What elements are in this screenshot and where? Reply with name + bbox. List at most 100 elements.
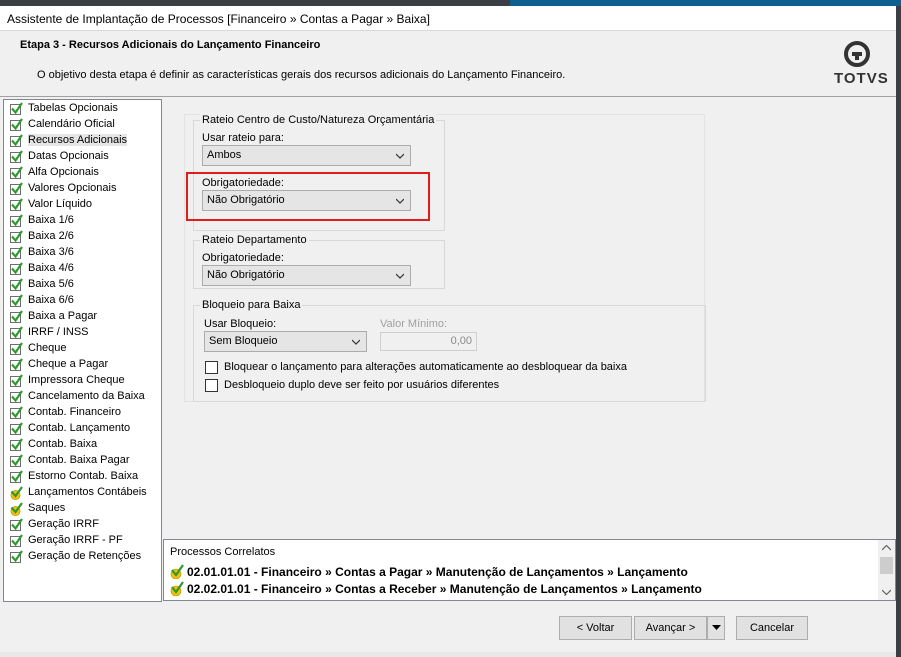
check-warning-icon: [170, 564, 184, 579]
check-icon: [10, 550, 23, 563]
sidebar-item-label: Baixa 5/6: [28, 278, 74, 290]
check-icon: [10, 310, 23, 323]
related-process-text: 02.01.01.01 - Financeiro » Contas a Paga…: [187, 565, 688, 579]
usar-bloqueio-label: Usar Bloqueio:: [204, 318, 277, 330]
sidebar-item-label: Baixa 6/6: [28, 294, 74, 306]
sidebar-item-label: Baixa 1/6: [28, 214, 74, 226]
bloquear-lancamento-checkbox[interactable]: [205, 361, 218, 374]
sidebar-item-label: Contab. Baixa Pagar: [28, 454, 130, 466]
sidebar-item-label: Calendário Oficial: [28, 118, 115, 130]
check-icon: [10, 134, 23, 147]
sidebar-item-label: Alfa Opcionais: [28, 166, 99, 178]
rateio-departamento-group: Rateio Departamento Obrigatoriedade: Não…: [193, 234, 445, 289]
scroll-thumb[interactable]: [880, 557, 893, 574]
check-icon: [10, 326, 23, 339]
sidebar-item-label: Contab. Lançamento: [28, 422, 131, 434]
options-panel: Rateio Centro de Custo/Natureza Orçament…: [184, 114, 706, 402]
sidebar-item-label: IRRF / INSS: [28, 326, 89, 338]
usar-rateio-label: Usar rateio para:: [202, 132, 284, 144]
sidebar-item-label: Valores Opcionais: [28, 182, 117, 194]
next-dropdown-button[interactable]: [707, 616, 725, 640]
scroll-up-icon[interactable]: [882, 545, 891, 551]
check-icon: [10, 390, 23, 403]
obrigatoriedade-depto-select[interactable]: Não Obrigatório: [202, 265, 411, 286]
sidebar-item-label: Contab. Baixa: [28, 438, 98, 450]
logo-text: TOTVS: [834, 70, 889, 87]
sidebar-item-label: Estorno Contab. Baixa: [28, 470, 139, 482]
totvs-logo: TOTVS: [834, 39, 889, 91]
sidebar-item-label: Baixa 3/6: [28, 246, 74, 258]
check-icon: [10, 278, 23, 291]
sidebar-item-label: Baixa 4/6: [28, 262, 74, 274]
valor-minimo-label: Valor Mínimo:: [380, 318, 448, 330]
check-icon: [10, 358, 23, 371]
check-icon: [10, 182, 23, 195]
caret-down-icon: [712, 625, 721, 630]
rateio-cc-legend: Rateio Centro de Custo/Natureza Orçament…: [200, 114, 437, 126]
desktop-edge: [896, 6, 901, 657]
bloqueio-legend: Bloqueio para Baixa: [200, 299, 303, 311]
check-icon: [10, 438, 23, 451]
totvs-logo-icon: [844, 41, 870, 67]
chevron-down-icon: [396, 273, 404, 279]
check-warning-icon: [170, 581, 184, 596]
usar-rateio-select[interactable]: Ambos: [202, 145, 411, 166]
check-icon: [10, 246, 23, 259]
cancel-button[interactable]: Cancelar: [736, 616, 808, 640]
check-icon: [10, 518, 23, 531]
wizard-header: Etapa 3 - Recursos Adicionais do Lançame…: [0, 31, 896, 97]
check-icon: [10, 470, 23, 483]
check-icon: [10, 374, 23, 387]
check-icon: [10, 230, 23, 243]
check-icon: [10, 534, 23, 547]
sidebar-item-label: Cancelamento da Baixa: [28, 390, 145, 402]
sidebar-item-label: Geração IRRF - PF: [28, 534, 123, 546]
steps-sidebar: Tabelas Opcionais Calendário Oficial Recur…: [3, 99, 162, 602]
related-scrollbar[interactable]: [878, 540, 895, 600]
check-icon: [10, 454, 23, 467]
check-icon: [10, 342, 23, 355]
check-icon: [10, 422, 23, 435]
check-icon: [10, 214, 23, 227]
check-icon: [10, 262, 23, 275]
desbloqueio-duplo-checkbox[interactable]: [205, 379, 218, 392]
check-icon: [10, 198, 23, 211]
check-icon: [10, 150, 23, 163]
sidebar-item-label: Geração de Retenções: [28, 550, 142, 562]
chevron-down-icon: [352, 339, 360, 345]
main-panel: Rateio Centro de Custo/Natureza Orçament…: [163, 99, 896, 536]
check-icon: [10, 166, 23, 179]
sidebar-item-label: Datas Opcionais: [28, 150, 109, 162]
sidebar-item-label: Saques: [28, 502, 66, 514]
related-process-text: 02.02.01.01 - Financeiro » Contas a Rece…: [187, 582, 702, 596]
sidebar-item-label: Geração IRRF: [28, 518, 99, 530]
sidebar-item-label: Lançamentos Contábeis: [28, 486, 147, 498]
sidebar-item-label: Impressora Cheque: [28, 374, 125, 386]
obrigatoriedade-depto-value: Não Obrigatório: [207, 269, 285, 281]
valor-minimo-field[interactable]: 0,00: [380, 332, 477, 351]
bloquear-lancamento-label: Bloquear o lançamento para alterações au…: [224, 361, 627, 373]
window-bottom-edge: [0, 652, 896, 657]
usar-bloqueio-select[interactable]: Sem Bloqueio: [204, 331, 367, 352]
sidebar-item-label: Tabelas Opcionais: [28, 102, 118, 114]
back-button[interactable]: < Voltar: [559, 616, 632, 640]
highlight-box: [186, 172, 430, 221]
sidebar-item-label: Cheque a Pagar: [28, 358, 109, 370]
obrigatoriedade-depto-label: Obrigatoriedade:: [202, 252, 284, 264]
sidebar-item-label: Baixa a Pagar: [28, 310, 98, 322]
window-title: Assistente de Implantação de Processos […: [7, 12, 430, 26]
check-icon: [10, 294, 23, 307]
bloqueio-group: Bloqueio para Baixa Usar Bloqueio: Sem B…: [193, 299, 706, 402]
check-icon: [10, 118, 23, 131]
scroll-down-icon[interactable]: [882, 589, 891, 595]
related-processes-panel: Processos Correlatos 02.01.01.01 - Finan…: [163, 539, 896, 601]
window-titlebar: Assistente de Implantação de Processos […: [0, 6, 896, 31]
related-processes-title: Processos Correlatos: [170, 546, 276, 558]
check-warning-icon: [10, 486, 23, 500]
next-button[interactable]: Avançar >: [634, 616, 707, 640]
step-title: Etapa 3 - Recursos Adicionais do Lançame…: [20, 39, 321, 51]
check-icon: [10, 102, 23, 115]
usar-rateio-value: Ambos: [207, 149, 242, 161]
sidebar-item-label: Contab. Financeiro: [28, 406, 121, 418]
check-warning-icon: [10, 502, 23, 516]
